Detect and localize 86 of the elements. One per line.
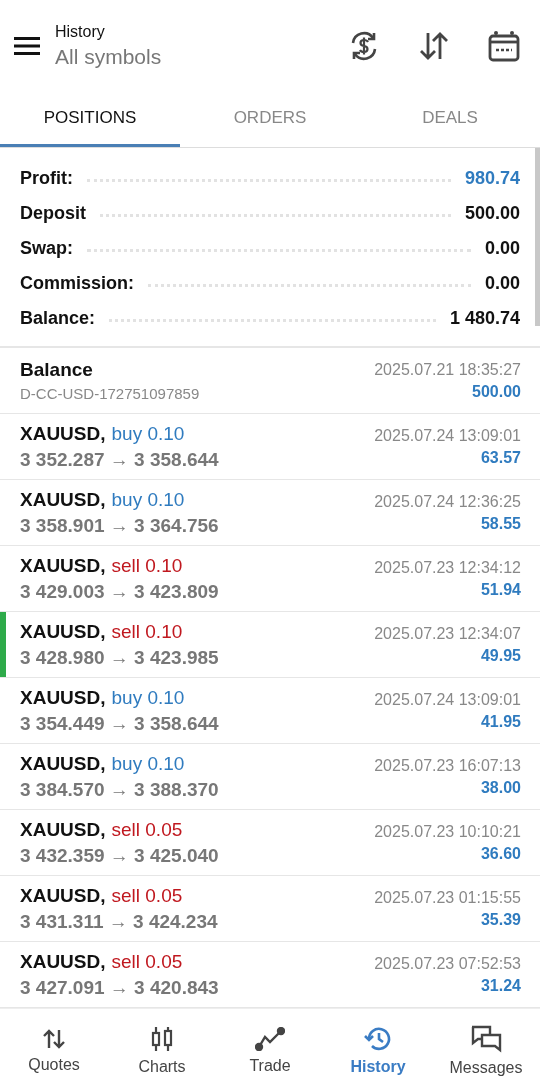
- position-time: 2025.07.24 13:09:01: [374, 690, 521, 709]
- entry-comment: D-CC-USD-172751097859: [20, 385, 200, 402]
- position-volume: sell 0.10: [111, 620, 183, 643]
- position-volume: buy 0.10: [111, 752, 185, 775]
- position-prices: 3 432.359 → 3 425.040: [20, 844, 219, 867]
- position-row[interactable]: XAUUSD, sell 0.10 3 429.003 → 3 423.809 2025.07.23 12:34:12 51.94: [0, 546, 540, 612]
- position-time: 2025.07.24 12:36:25: [374, 492, 521, 511]
- position-symbol: XAUUSD,: [20, 554, 106, 577]
- position-profit: 36.60: [480, 844, 521, 863]
- nav-item[interactable]: Messages: [432, 1009, 540, 1092]
- position-prices: 3 427.091 → 3 420.843: [20, 976, 219, 999]
- position-row[interactable]: XAUUSD, sell 0.10 3 428.980 → 3 423.985 2025.07.23 12:34:07 49.95: [0, 612, 540, 678]
- position-symbol: XAUUSD,: [20, 488, 106, 511]
- position-symbol: XAUUSD,: [20, 422, 106, 445]
- menu-icon[interactable]: [14, 34, 40, 58]
- position-profit: 58.55: [480, 514, 521, 533]
- nav-item[interactable]: History: [324, 1009, 432, 1092]
- summary-value: 0.00: [484, 238, 520, 259]
- position-volume: buy 0.10: [111, 422, 185, 445]
- position-volume: buy 0.10: [111, 686, 185, 709]
- position-prices: 3 352.287 → 3 358.644: [20, 448, 219, 471]
- position-prices: 3 384.570 → 3 388.370: [20, 778, 219, 801]
- position-profit: 31.24: [480, 976, 521, 995]
- chat-icon: [470, 1024, 502, 1053]
- position-profit: 63.57: [480, 448, 521, 467]
- nav-item[interactable]: Quotes: [0, 1009, 108, 1092]
- entry-title: Balance: [20, 359, 94, 381]
- summary-label: Commission:: [20, 273, 134, 294]
- position-profit: 41.95: [480, 712, 521, 731]
- tab[interactable]: DEALS: [360, 92, 540, 147]
- tab[interactable]: POSITIONS: [0, 92, 180, 147]
- position-time: 2025.07.23 12:34:07: [374, 624, 521, 643]
- position-prices: 3 358.901 → 3 364.756: [20, 514, 219, 537]
- position-symbol: XAUUSD,: [20, 752, 106, 775]
- position-prices: 3 354.449 → 3 358.644: [20, 712, 219, 735]
- position-profit: 51.94: [480, 580, 521, 599]
- line-chart-icon: [255, 1026, 285, 1051]
- summary-value: 0.00: [484, 273, 520, 294]
- position-volume: buy 0.10: [111, 488, 185, 511]
- position-time: 2025.07.23 07:52:53: [374, 954, 521, 973]
- symbol-filter[interactable]: All symbols: [55, 45, 162, 69]
- position-volume: sell 0.05: [111, 884, 183, 907]
- screen-title: History: [55, 23, 106, 41]
- position-profit: 49.95: [480, 646, 521, 665]
- tab[interactable]: ORDERS: [180, 92, 360, 147]
- summary-label: Profit:: [20, 168, 73, 189]
- sort-icon[interactable]: [418, 31, 450, 61]
- position-profit: 35.39: [480, 910, 521, 929]
- entry-amount: 500.00: [472, 382, 521, 401]
- nav-item[interactable]: Charts: [108, 1009, 216, 1092]
- position-profit: 38.00: [480, 778, 521, 797]
- candlestick-icon: [150, 1025, 174, 1052]
- summary-label: Balance:: [20, 308, 96, 329]
- summary-value: 500.00: [464, 203, 520, 224]
- position-time: 2025.07.23 10:10:21: [374, 822, 521, 841]
- position-row[interactable]: XAUUSD, buy 0.10 3 384.570 → 3 388.370 2025.07.23 16:07:13 38.00: [0, 744, 540, 810]
- summary-label: Deposit: [20, 203, 86, 224]
- position-time: 2025.07.24 13:09:01: [374, 426, 521, 445]
- history-icon: [364, 1025, 392, 1052]
- position-row[interactable]: XAUUSD, buy 0.10 3 354.449 → 3 358.644 2025.07.24 13:09:01 41.95: [0, 678, 540, 744]
- position-row[interactable]: XAUUSD, sell 0.05 3 432.359 → 3 425.040 2025.07.23 10:10:21 36.60: [0, 810, 540, 876]
- position-prices: 3 429.003 → 3 423.809: [20, 580, 219, 603]
- summary-value: 1 480.74: [449, 308, 520, 329]
- position-symbol: XAUUSD,: [20, 950, 106, 973]
- position-time: 2025.07.23 12:34:12: [374, 558, 521, 577]
- position-time: 2025.07.23 16:07:13: [374, 756, 521, 775]
- position-symbol: XAUUSD,: [20, 884, 106, 907]
- arrows-icon: [42, 1027, 66, 1050]
- summary-value: 980.74: [464, 168, 520, 189]
- position-prices: 3 431.311 → 3 424.234: [20, 910, 218, 933]
- calendar-icon[interactable]: [488, 30, 520, 62]
- position-volume: sell 0.05: [111, 818, 183, 841]
- summary-label: Swap:: [20, 238, 73, 259]
- position-volume: sell 0.10: [111, 554, 183, 577]
- position-row[interactable]: XAUUSD, buy 0.10 3 352.287 → 3 358.644 2025.07.24 13:09:01 63.57: [0, 414, 540, 480]
- position-symbol: XAUUSD,: [20, 686, 106, 709]
- position-symbol: XAUUSD,: [20, 818, 106, 841]
- position-row[interactable]: XAUUSD, buy 0.10 3 358.901 → 3 364.756 2025.07.24 12:36:25 58.55: [0, 480, 540, 546]
- position-volume: sell 0.05: [111, 950, 183, 973]
- position-row[interactable]: XAUUSD, sell 0.05 3 427.091 → 3 420.843 2025.07.23 07:52:53 31.24: [0, 942, 540, 1008]
- position-row[interactable]: XAUUSD, sell 0.05 3 431.311 → 3 424.234 2025.07.23 01:15:55 35.39: [0, 876, 540, 942]
- nav-item[interactable]: Trade: [216, 1009, 324, 1092]
- position-symbol: XAUUSD,: [20, 620, 106, 643]
- entry-time: 2025.07.21 18:35:27: [374, 360, 521, 379]
- position-prices: 3 428.980 → 3 423.985: [20, 646, 219, 669]
- position-time: 2025.07.23 01:15:55: [374, 888, 521, 907]
